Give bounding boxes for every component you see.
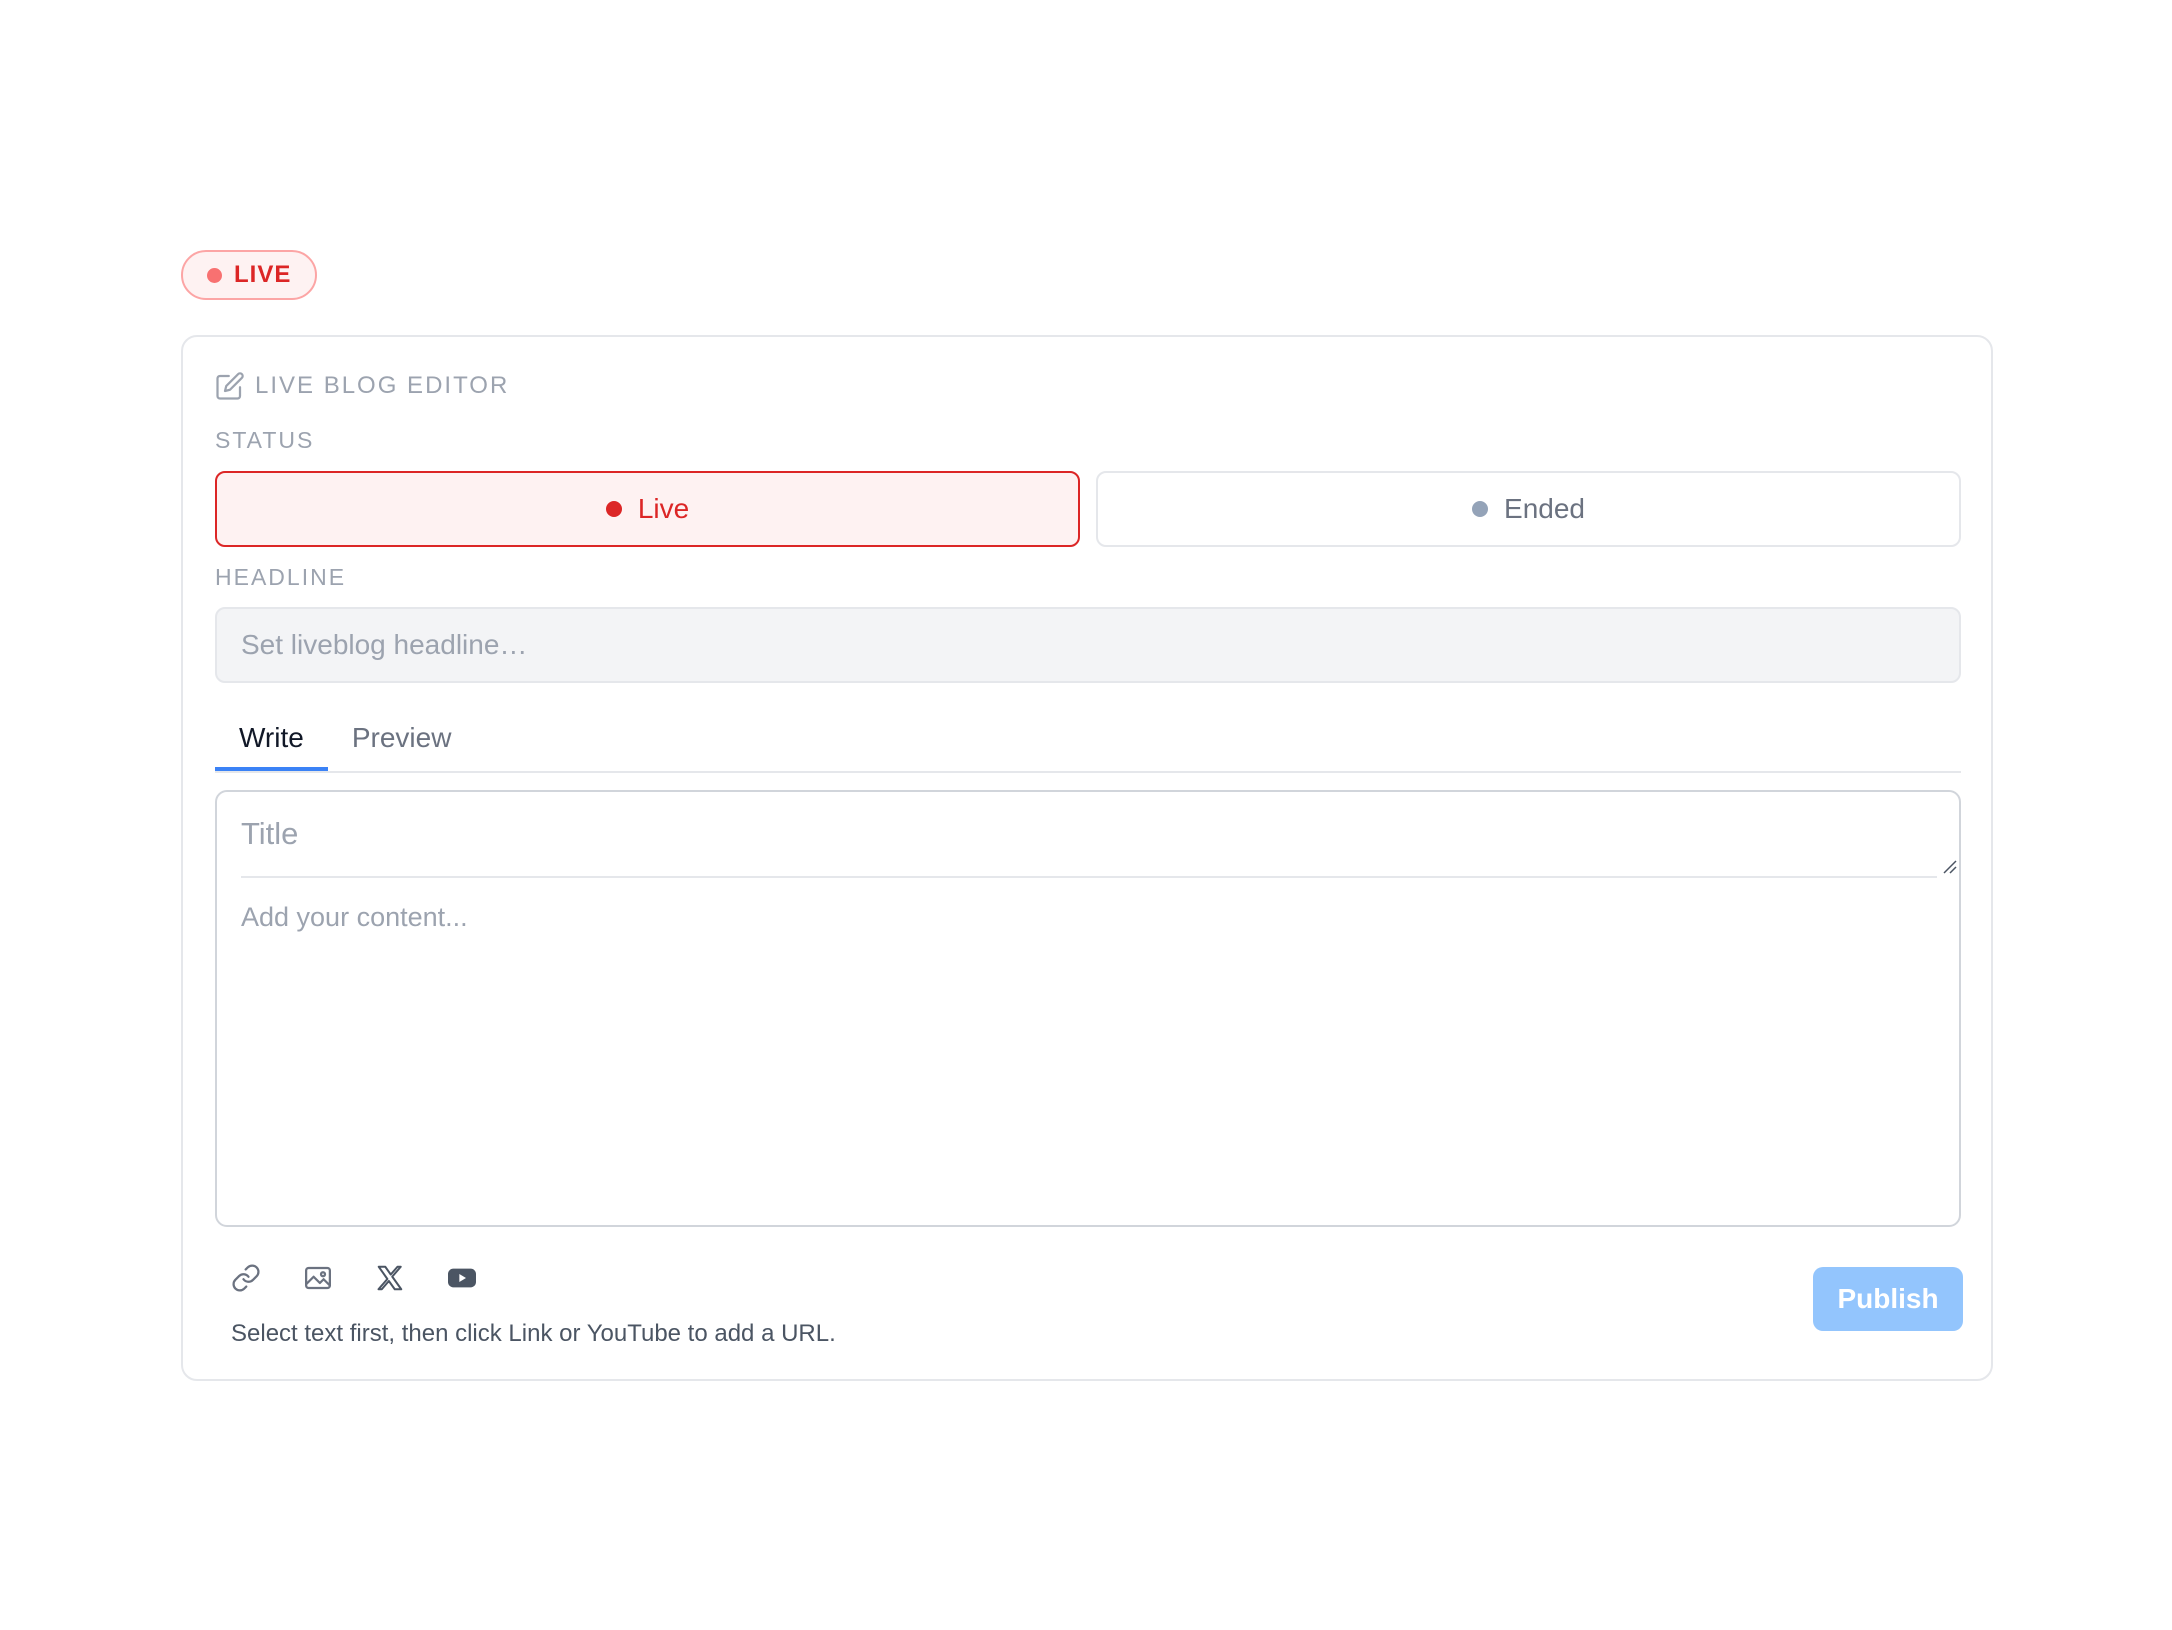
live-dot-icon (207, 267, 222, 283)
status-live-label: Live (637, 493, 690, 524)
post-editor: Title Add your content... (215, 790, 1961, 1227)
link-button[interactable] (229, 1261, 263, 1295)
image-icon (305, 1266, 331, 1290)
resize-handle-icon[interactable] (1941, 858, 1957, 874)
headline-input[interactable]: Set liveblog headline… (215, 607, 1961, 683)
status-label: STATUS (215, 427, 315, 453)
link-icon (232, 1264, 260, 1292)
youtube-button[interactable] (445, 1261, 479, 1295)
post-title-placeholder: Title (241, 816, 299, 851)
post-title-input[interactable]: Title (241, 792, 1937, 878)
page: LIVE LIVE BLOG EDITOR STATUS Live Ended … (0, 0, 2172, 1630)
toolbar-hint: Select text first, then click Link or Yo… (231, 1320, 836, 1347)
tab-write[interactable]: Write (215, 705, 328, 771)
tab-preview[interactable]: Preview (328, 705, 476, 771)
formatting-toolbar (229, 1261, 479, 1295)
status-toggle: Live Ended (215, 471, 1961, 547)
status-live-button[interactable]: Live (215, 471, 1080, 547)
live-blog-editor-card: LIVE BLOG EDITOR STATUS Live Ended HEADL… (181, 335, 1993, 1381)
image-button[interactable] (301, 1261, 335, 1295)
post-content-input[interactable]: Add your content... (241, 902, 468, 933)
edit-icon (216, 372, 244, 400)
youtube-icon (448, 1268, 476, 1288)
post-content-placeholder: Add your content... (241, 902, 468, 932)
live-badge: LIVE (181, 250, 317, 300)
publish-button[interactable]: Publish (1813, 1267, 1963, 1331)
x-logo-icon (377, 1265, 403, 1291)
editor-title: LIVE BLOG EDITOR (255, 372, 510, 399)
ended-status-dot-icon (1472, 501, 1489, 517)
live-badge-label: LIVE (234, 261, 292, 288)
editor-tabs: Write Preview (215, 705, 1961, 773)
x-embed-button[interactable] (373, 1261, 407, 1295)
editor-header: LIVE BLOG EDITOR (215, 371, 509, 401)
live-status-dot-icon (605, 501, 622, 517)
headline-label: HEADLINE (215, 564, 347, 590)
status-ended-label: Ended (1504, 493, 1585, 524)
headline-placeholder: Set liveblog headline… (241, 629, 528, 660)
status-ended-button[interactable]: Ended (1096, 471, 1961, 547)
